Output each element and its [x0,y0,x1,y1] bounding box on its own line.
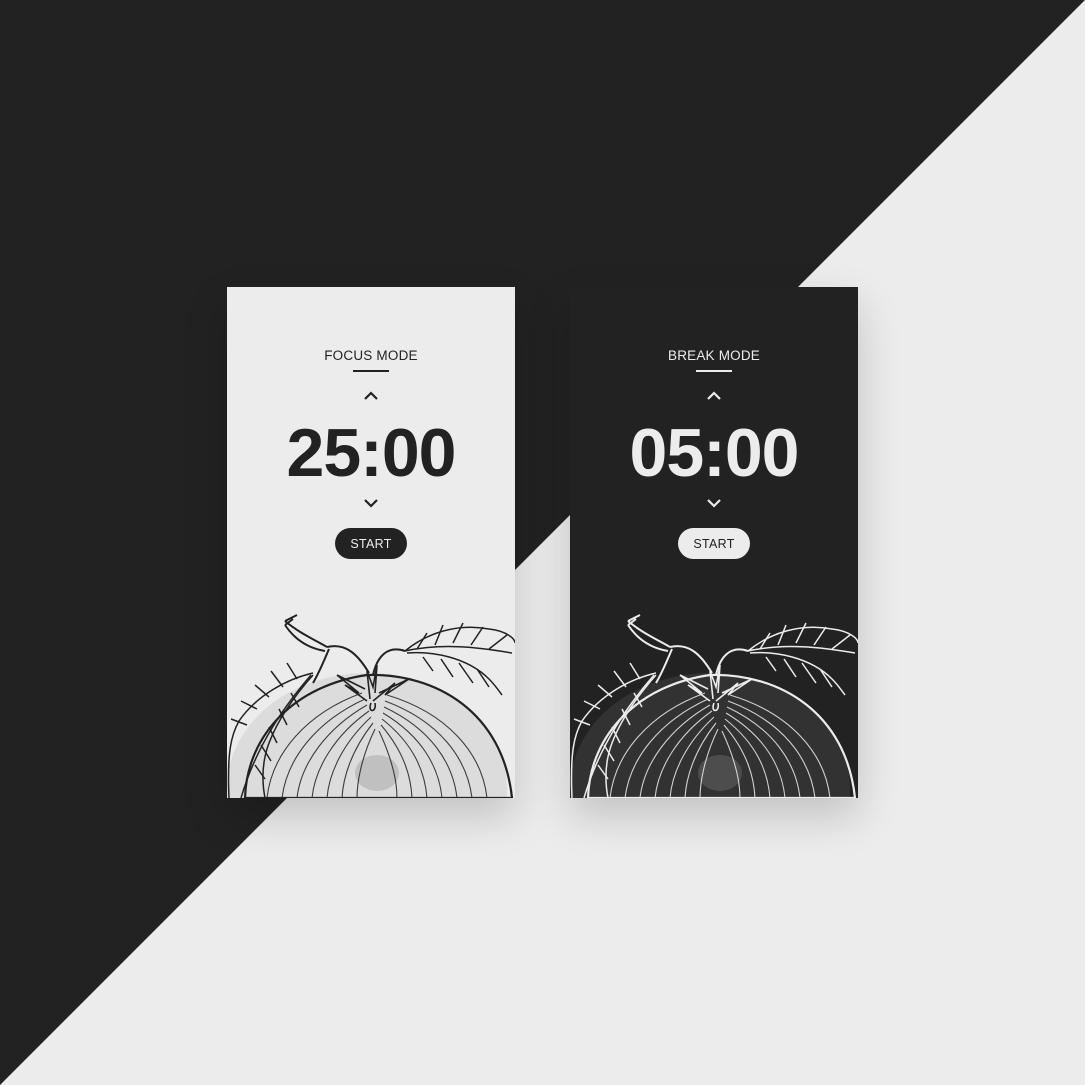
mode-label: FOCUS MODE [324,348,418,363]
split-background [0,0,1085,1085]
mode-underline [353,370,389,372]
chevron-down-icon[interactable] [361,496,381,510]
mode-underline [696,370,732,372]
timer-display: 05:00 [629,415,800,491]
break-mode-card: BREAK MODE 05:00 START [570,287,858,798]
start-button[interactable]: START [678,528,750,559]
chevron-up-icon[interactable] [704,389,724,403]
timer-display: 25:00 [286,415,457,491]
chevron-down-icon[interactable] [704,496,724,510]
start-button[interactable]: START [335,528,407,559]
chevron-up-icon[interactable] [361,389,381,403]
tomato-illustration [570,613,858,798]
focus-mode-card: FOCUS MODE 25:00 START [227,287,515,798]
mode-label: BREAK MODE [667,348,761,363]
tomato-illustration [227,613,515,798]
